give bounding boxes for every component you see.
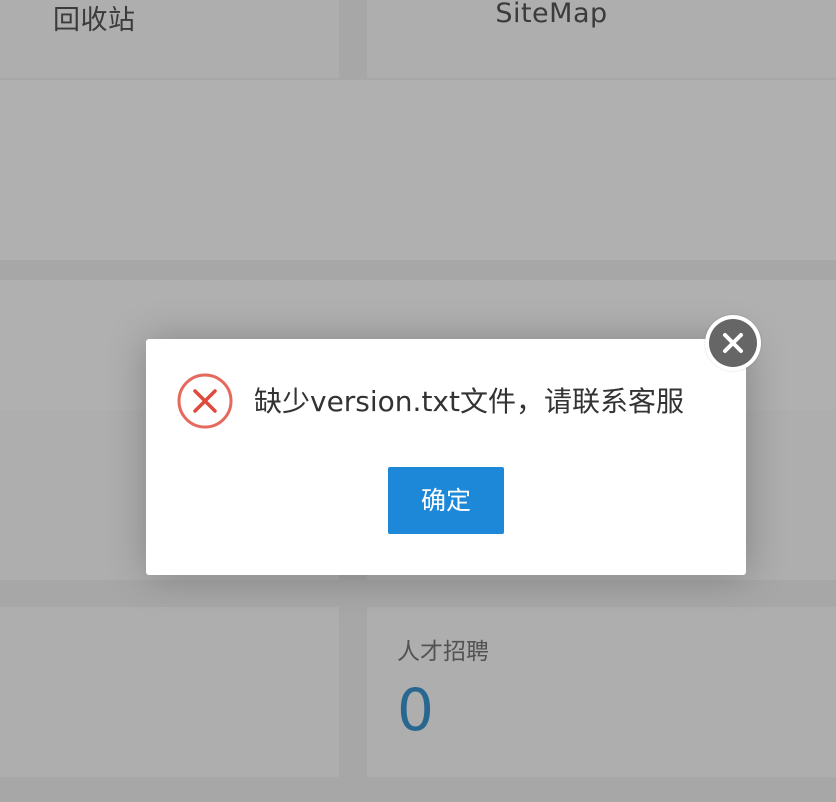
error-message: 缺少version.txt文件，请联系客服 (254, 385, 684, 418)
page: 回收站 SiteMap 9 人才招聘 0 缺少version.txt文件，请联系… (0, 0, 836, 802)
error-dialog: 缺少version.txt文件，请联系客服 确定 (146, 339, 746, 575)
close-dialog-button[interactable] (705, 315, 761, 371)
confirm-button[interactable]: 确定 (388, 467, 504, 534)
error-circle-icon (176, 372, 234, 430)
close-button-bg (709, 319, 757, 367)
close-icon (709, 333, 757, 371)
